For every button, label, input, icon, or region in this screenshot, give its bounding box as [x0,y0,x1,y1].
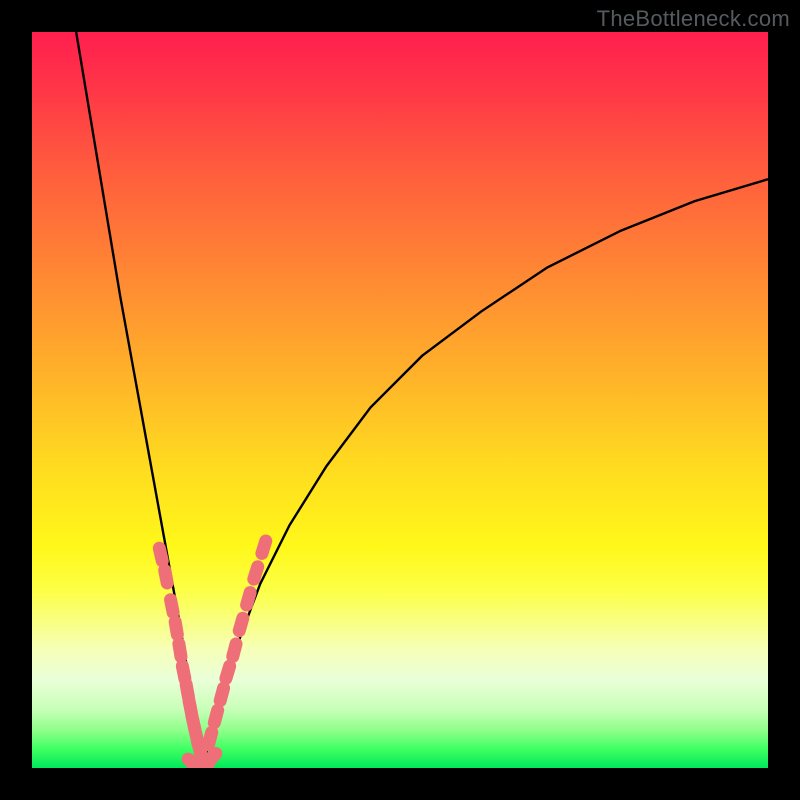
marker-point [231,610,251,639]
marker-point [163,592,181,620]
marker-point [254,533,274,562]
marker-point [157,563,175,591]
marker-point [246,559,266,588]
watermark-text: TheBottleneck.com [597,6,790,32]
markers-left [152,540,212,768]
plot-area [32,32,768,768]
markers-right [200,533,273,753]
chart-svg [32,32,768,768]
chart-frame: TheBottleneck.com [0,0,800,800]
marker-point [225,636,244,664]
